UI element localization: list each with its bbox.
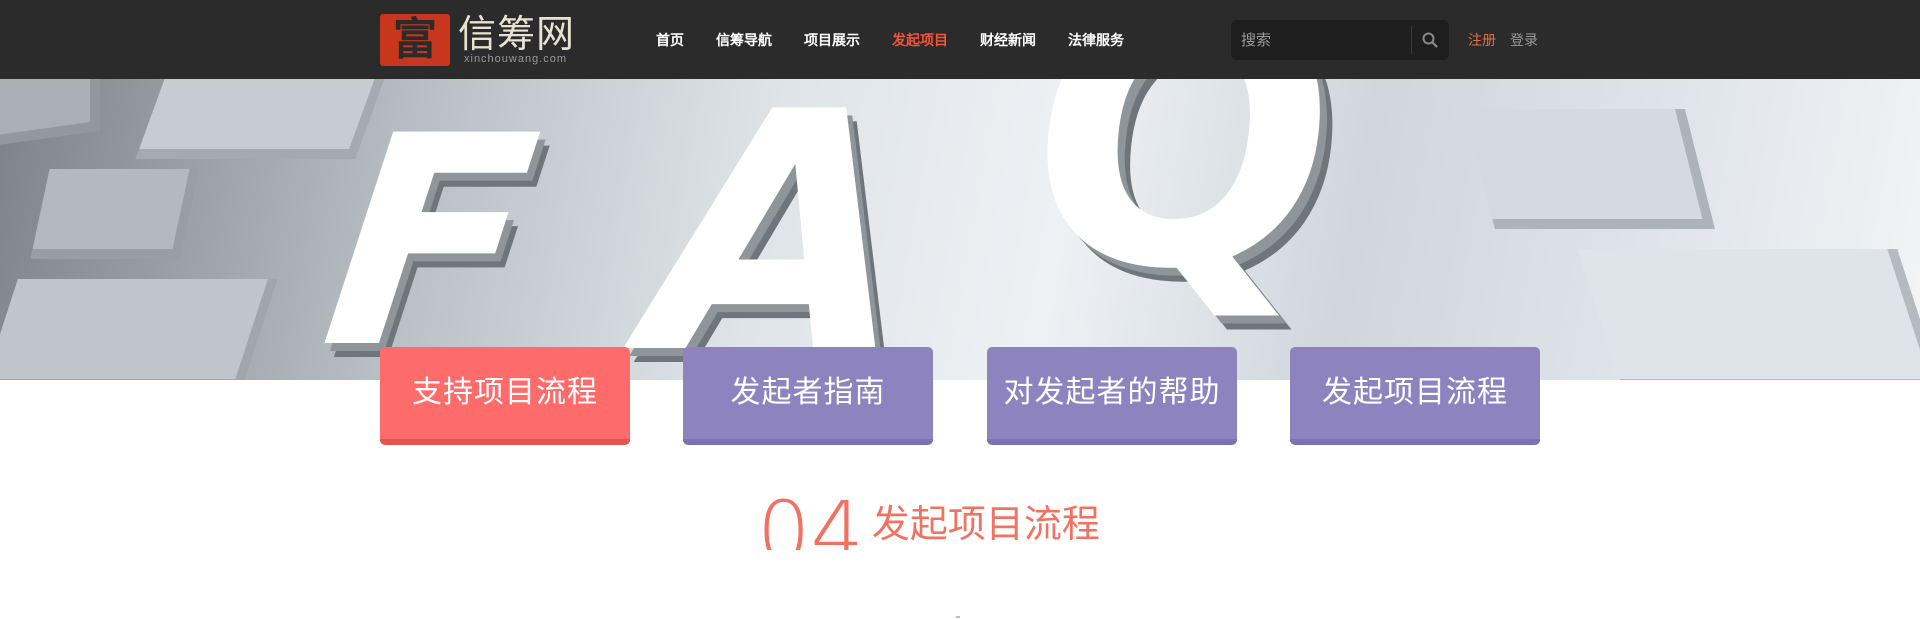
banner-block — [135, 79, 385, 159]
search-input[interactable] — [1241, 25, 1409, 55]
login-link[interactable]: 登录 — [1510, 30, 1538, 50]
banner-block — [0, 79, 100, 148]
tab-launch-process[interactable]: 发起项目流程 — [1290, 347, 1540, 445]
logo-name: 信筹网 — [458, 12, 576, 56]
site-logo[interactable]: 富 信筹网 xinchouwang.com — [380, 12, 580, 68]
logo-domain: xinchouwang.com — [464, 53, 568, 65]
section-title: 发起项目流程 — [871, 502, 1100, 546]
search-button[interactable] — [1415, 25, 1445, 55]
nav-item-launch[interactable]: 发起项目 — [892, 30, 948, 50]
nav-item-news[interactable]: 财经新闻 — [980, 30, 1036, 50]
search-divider — [1411, 26, 1412, 54]
tab-initiator-help[interactable]: 对发起者的帮助 — [987, 347, 1237, 445]
tab-support-process[interactable]: 支持项目流程 — [380, 347, 630, 445]
divider-dot — [956, 616, 960, 618]
logo-mark: 富 — [380, 14, 450, 66]
search-box — [1231, 20, 1449, 60]
section-heading: 04 发起项目流程 — [757, 490, 1100, 550]
banner-block — [30, 169, 200, 259]
auth-links: 注册 登录 — [1468, 0, 1538, 79]
banner-letter-a: A — [602, 79, 954, 380]
register-link[interactable]: 注册 — [1468, 30, 1496, 50]
main-nav: 首页 信筹导航 项目展示 发起项目 财经新闻 法律服务 — [640, 0, 1140, 79]
search-icon — [1422, 32, 1438, 48]
faq-banner: F A Q — [0, 79, 1920, 380]
nav-item-guide[interactable]: 信筹导航 — [716, 30, 772, 50]
banner-block — [1465, 109, 1715, 229]
top-header: 富 信筹网 xinchouwang.com 首页 信筹导航 项目展示 发起项目 … — [0, 0, 1920, 79]
banner-letter-q: Q — [1008, 79, 1359, 348]
section-number: 04 — [757, 490, 864, 550]
banner-block — [0, 279, 278, 380]
nav-item-legal[interactable]: 法律服务 — [1068, 30, 1124, 50]
nav-item-projects[interactable]: 项目展示 — [804, 30, 860, 50]
logo-glyph: 富 — [393, 14, 437, 65]
nav-item-home[interactable]: 首页 — [656, 30, 684, 50]
tab-initiator-guide[interactable]: 发起者指南 — [683, 347, 933, 445]
banner-block — [1577, 249, 1920, 380]
